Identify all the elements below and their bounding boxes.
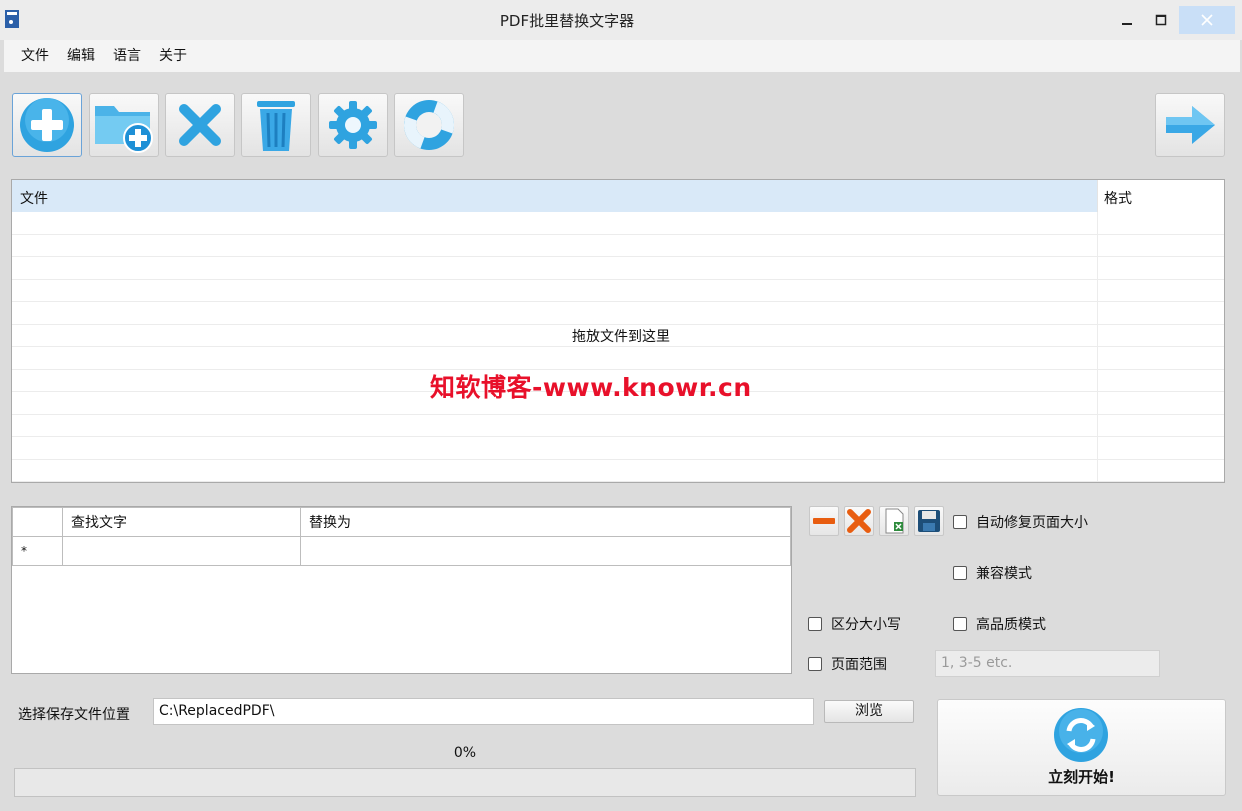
plus-circle-icon (20, 98, 74, 152)
add-folder-button[interactable] (89, 93, 159, 157)
remove-button[interactable] (165, 93, 235, 157)
checkbox-box[interactable] (953, 515, 967, 529)
browse-button[interactable]: 浏览 (824, 700, 914, 723)
list-item (12, 347, 1224, 370)
refresh-icon (1054, 708, 1108, 762)
new-row-marker: * (12, 536, 63, 566)
save-location-label: 选择保存文件位置 (18, 707, 130, 723)
find-cell[interactable] (62, 536, 301, 566)
watermark: 知软博客-www.knowr.cn (430, 373, 752, 402)
progress-bar (14, 768, 916, 797)
add-file-button[interactable] (12, 93, 82, 157)
list-item (12, 234, 1224, 257)
auto-fix-page-size-checkbox[interactable]: 自动修复页面大小 (953, 512, 1088, 532)
start-button[interactable]: 立刻开始! (937, 699, 1226, 796)
replace-cell[interactable] (300, 536, 791, 566)
table-row: * (12, 536, 791, 566)
compat-mode-label: 兼容模式 (976, 566, 1032, 582)
column-header-find[interactable]: 查找文字 (62, 507, 301, 537)
trash-icon (257, 101, 295, 151)
checkbox-box[interactable] (808, 617, 822, 631)
list-item (12, 279, 1224, 302)
folder-add-icon (95, 106, 153, 153)
file-list[interactable]: 文件 格式 拖放文件到这里 (11, 179, 1225, 483)
lifebuoy-icon (404, 100, 454, 150)
checkbox-box[interactable] (808, 657, 822, 671)
column-header-format[interactable]: 格式 (1097, 180, 1222, 212)
close-button[interactable] (1179, 6, 1235, 34)
compat-mode-checkbox[interactable]: 兼容模式 (953, 563, 1032, 583)
save-list-button[interactable] (914, 506, 944, 536)
menu-about[interactable]: 关于 (150, 40, 196, 72)
next-button[interactable] (1155, 93, 1225, 157)
x-icon (179, 104, 221, 146)
case-sensitive-checkbox[interactable]: 区分大小写 (808, 614, 901, 634)
replace-grid[interactable]: 查找文字 替换为 * (11, 506, 792, 674)
page-range-input[interactable]: 1, 3-5 etc. (935, 650, 1160, 677)
page-range-checkbox[interactable]: 页面范围 (808, 654, 887, 674)
help-button[interactable] (394, 93, 464, 157)
close-icon (1201, 14, 1213, 26)
menu-file[interactable]: 文件 (12, 40, 58, 72)
start-label: 立刻开始! (1048, 768, 1115, 786)
page-range-label: 页面范围 (831, 657, 887, 673)
clear-rows-button[interactable] (844, 506, 874, 536)
minus-icon (813, 518, 835, 524)
settings-button[interactable] (318, 93, 388, 157)
delete-row-button[interactable] (809, 506, 839, 536)
import-button[interactable] (879, 506, 909, 536)
gear-icon (329, 101, 377, 149)
menu-bar: 文件 编辑 语言 关于 (4, 40, 1240, 72)
red-x-icon (847, 509, 871, 533)
grid-header-row: 查找文字 替换为 (12, 507, 791, 537)
excel-file-icon (885, 508, 904, 534)
minimize-icon (1122, 23, 1132, 25)
maximize-icon (1155, 14, 1167, 26)
list-item (12, 257, 1224, 280)
clear-button[interactable] (241, 93, 311, 157)
list-item (12, 414, 1224, 437)
title-bar: PDF批里替换文字器 (0, 0, 1242, 40)
floppy-disk-icon (918, 510, 940, 532)
high-quality-label: 高品质模式 (976, 617, 1046, 633)
list-item (12, 437, 1224, 460)
progress-percent: 0% (453, 745, 477, 761)
file-list-rows (12, 212, 1224, 482)
drop-hint: 拖放文件到这里 (572, 329, 670, 345)
menu-edit[interactable]: 编辑 (58, 40, 104, 72)
list-item (12, 459, 1224, 482)
auto-fix-page-size-label: 自动修复页面大小 (976, 515, 1088, 531)
maximize-button[interactable] (1138, 6, 1184, 34)
high-quality-checkbox[interactable]: 高品质模式 (953, 614, 1046, 634)
case-sensitive-label: 区分大小写 (831, 617, 901, 633)
column-header-file[interactable]: 文件 (12, 180, 1097, 212)
save-path-input[interactable]: C:\ReplacedPDF\ (153, 698, 814, 725)
arrow-right-icon (1166, 106, 1215, 144)
file-list-header: 文件 格式 (12, 180, 1224, 212)
checkbox-box[interactable] (953, 617, 967, 631)
list-item (12, 302, 1224, 325)
row-header-corner (12, 507, 63, 537)
menu-language[interactable]: 语言 (104, 40, 150, 72)
column-header-replace[interactable]: 替换为 (300, 507, 791, 537)
list-item (12, 212, 1224, 235)
window-title: PDF批里替换文字器 (499, 12, 635, 30)
checkbox-box[interactable] (953, 566, 967, 580)
